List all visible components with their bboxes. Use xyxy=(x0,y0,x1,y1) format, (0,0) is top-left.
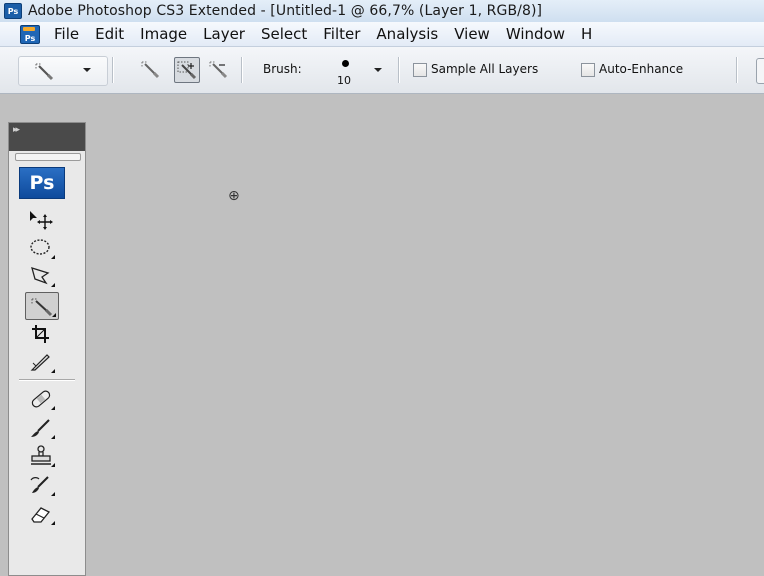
clone-stamp-tool[interactable] xyxy=(25,443,57,469)
menu-image[interactable]: Image xyxy=(132,25,195,43)
tool-flyout-indicator xyxy=(51,255,55,259)
quick-selection-cursor-icon: ⊕ xyxy=(228,188,240,204)
photoshop-logo[interactable]: Ps xyxy=(19,167,65,199)
eraser-tool[interactable] xyxy=(25,501,57,527)
tool-flyout-indicator xyxy=(51,521,55,525)
brush-picker[interactable]: 10 xyxy=(330,56,386,87)
options-separator xyxy=(241,57,243,83)
menu-bar: Ps File Edit Image Layer Select Filter A… xyxy=(0,22,764,47)
options-separator xyxy=(736,57,738,83)
auto-enhance-label[interactable]: Auto-Enhance xyxy=(599,62,683,76)
brush-tool[interactable] xyxy=(25,415,57,441)
menu-select[interactable]: Select xyxy=(253,25,315,43)
healing-brush-tool[interactable] xyxy=(25,386,57,412)
brush-size-value: 10 xyxy=(337,74,351,87)
move-tool[interactable] xyxy=(25,206,57,232)
menu-file[interactable]: File xyxy=(46,25,87,43)
sample-all-layers-checkbox[interactable] xyxy=(413,63,427,77)
menu-filter[interactable]: Filter xyxy=(315,25,368,43)
add-to-selection-mode-button[interactable] xyxy=(174,57,200,83)
menu-analysis[interactable]: Analysis xyxy=(368,25,446,43)
add-to-selection-icon xyxy=(177,61,197,80)
new-selection-icon xyxy=(141,61,160,79)
tools-panel: ▸▸ Ps xyxy=(8,122,86,576)
refine-edge-button[interactable] xyxy=(756,58,764,84)
tools-divider xyxy=(19,379,75,381)
subtract-from-selection-icon xyxy=(209,61,228,79)
chevron-down-icon xyxy=(83,68,91,72)
tool-flyout-indicator xyxy=(51,283,55,287)
title-bar: Ps Adobe Photoshop CS3 Extended - [Untit… xyxy=(0,0,764,23)
quick-selection-tool[interactable] xyxy=(25,292,59,320)
tools-panel-strip xyxy=(15,153,81,161)
options-separator xyxy=(398,57,400,83)
expand-arrows-icon[interactable]: ▸▸ xyxy=(13,125,20,135)
tool-flyout-indicator xyxy=(51,369,55,373)
lasso-tool[interactable] xyxy=(25,263,57,289)
new-selection-mode-button[interactable] xyxy=(138,57,162,81)
crop-tool[interactable] xyxy=(25,321,57,347)
quick-selection-icon xyxy=(35,63,54,81)
options-separator xyxy=(112,57,114,83)
photoshop-app-icon: Ps xyxy=(4,3,22,19)
menu-help[interactable]: H xyxy=(573,25,600,43)
tool-flyout-indicator xyxy=(51,435,55,439)
menu-window[interactable]: Window xyxy=(498,25,573,43)
move-icon xyxy=(30,211,53,230)
auto-enhance-checkbox[interactable] xyxy=(581,63,595,77)
workspace-canvas[interactable]: ⊕ xyxy=(86,94,764,574)
marquee-tool[interactable] xyxy=(25,235,57,261)
tool-flyout-indicator xyxy=(52,313,56,317)
crop-icon xyxy=(32,325,49,343)
tool-preset-picker[interactable] xyxy=(18,56,108,86)
brush-tip-icon xyxy=(342,60,349,67)
chevron-down-icon xyxy=(374,68,382,72)
history-brush-tool[interactable] xyxy=(25,472,57,498)
menu-edit[interactable]: Edit xyxy=(87,25,132,43)
tool-flyout-indicator xyxy=(51,492,55,496)
subtract-from-selection-mode-button[interactable] xyxy=(206,57,230,81)
menu-layer[interactable]: Layer xyxy=(195,25,253,43)
brush-label: Brush: xyxy=(263,62,302,76)
window-title: Adobe Photoshop CS3 Extended - [Untitled… xyxy=(28,3,543,19)
tool-flyout-indicator xyxy=(51,406,55,410)
menu-view[interactable]: View xyxy=(446,25,498,43)
tools-panel-header[interactable]: ▸▸ xyxy=(9,123,85,151)
tool-flyout-indicator xyxy=(51,463,55,467)
sample-all-layers-label[interactable]: Sample All Layers xyxy=(431,62,538,76)
app-menu-icon[interactable]: Ps xyxy=(20,24,40,44)
slice-tool[interactable] xyxy=(25,349,57,375)
options-bar: Brush: 10 Sample All Layers Auto-Enhance xyxy=(0,47,764,94)
